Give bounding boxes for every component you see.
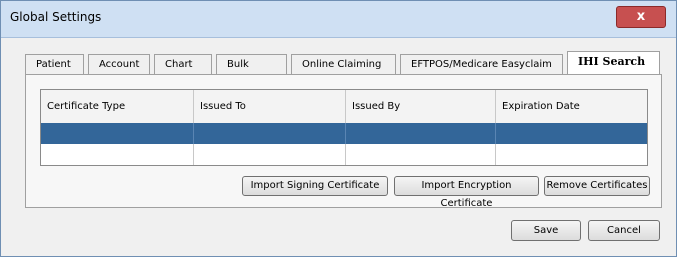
save-button[interactable]: Save xyxy=(511,220,581,241)
table-cell[interactable] xyxy=(496,144,647,165)
table-cell[interactable] xyxy=(496,123,647,144)
table-cell[interactable] xyxy=(346,144,496,165)
table-row[interactable] xyxy=(41,123,647,144)
ihi-search-panel: Certificate Type Issued To Issued By Exp… xyxy=(25,74,662,209)
tab-eftpos-medicare-easyclaim[interactable]: EFTPOS/Medicare Easyclaim xyxy=(400,54,563,74)
close-icon: x xyxy=(636,9,646,24)
table-cell[interactable] xyxy=(41,144,194,165)
window-title: Global Settings xyxy=(10,10,102,24)
tab-chart-no[interactable]: Chart No xyxy=(154,54,212,90)
column-header-issued-by[interactable]: Issued By xyxy=(346,90,496,123)
import-signing-certificate-button[interactable]: Import Signing Certificate xyxy=(242,176,388,196)
certificates-table: Certificate Type Issued To Issued By Exp… xyxy=(40,89,648,166)
tab-online-claiming[interactable]: Online Claiming xyxy=(291,54,396,74)
table-cell[interactable] xyxy=(41,123,194,144)
table-row[interactable] xyxy=(41,144,647,165)
tab-patient[interactable]: Patient xyxy=(25,54,84,74)
remove-certificates-button[interactable]: Remove Certificates xyxy=(544,176,650,196)
tab-account[interactable]: Account xyxy=(88,54,150,74)
table-cell[interactable] xyxy=(194,144,346,165)
title-bar[interactable]: Global Settings x xyxy=(1,1,676,38)
tab-ihi-search[interactable]: IHI Search xyxy=(567,51,660,75)
tab-bulk-billing[interactable]: Bulk Billing xyxy=(216,54,287,90)
table-cell[interactable] xyxy=(194,123,346,144)
column-header-certificate-type[interactable]: Certificate Type xyxy=(41,90,194,123)
import-encryption-certificate-button[interactable]: Import Encryption Certificate xyxy=(394,176,539,209)
global-settings-window: Global Settings x Patient Account Chart … xyxy=(0,0,677,257)
cancel-button[interactable]: Cancel xyxy=(588,220,660,241)
column-header-issued-to[interactable]: Issued To xyxy=(194,90,346,123)
column-header-expiration-date[interactable]: Expiration Date xyxy=(496,90,647,123)
table-cell[interactable] xyxy=(346,123,496,144)
close-button[interactable]: x xyxy=(616,6,666,28)
